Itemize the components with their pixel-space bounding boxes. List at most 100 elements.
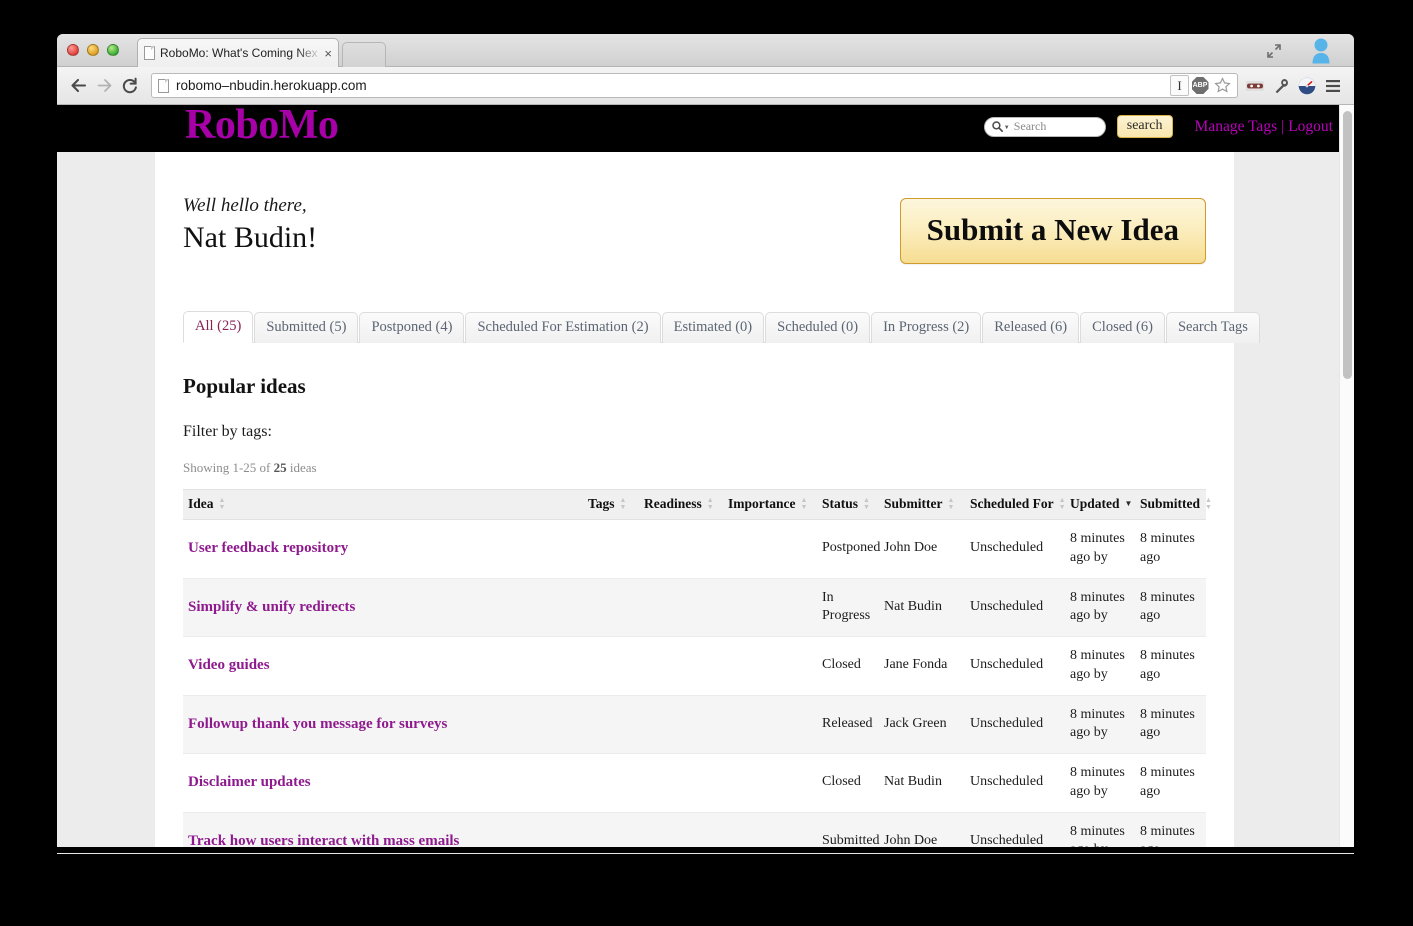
close-window-button[interactable]	[67, 44, 79, 56]
abp-icon[interactable]: ABP	[1189, 75, 1211, 96]
idea-title-link[interactable]: Simplify & unify redirects	[188, 599, 355, 615]
column-header-scheduled-for[interactable]: Scheduled For ▲ ▼	[965, 489, 1066, 520]
cell-submitted: 8 minutes ago	[1135, 695, 1206, 754]
cell-idea: Video guides	[183, 636, 583, 696]
tab-submitted-5[interactable]: Submitted (5)	[254, 312, 359, 343]
cell-importance	[723, 519, 817, 579]
sort-toggle-icon[interactable]: ▲ ▼	[1205, 497, 1212, 511]
search-input[interactable]: ▼ Search	[983, 116, 1106, 137]
search-icon	[992, 121, 1003, 132]
table-row[interactable]: Disclaimer updates Closed Nat Budin Unsched…	[183, 753, 1206, 813]
tab-scheduled-for-estimation-2[interactable]: Scheduled For Estimation (2)	[465, 312, 661, 343]
table-row[interactable]: User feedback repository Postponed John Do…	[183, 519, 1206, 579]
tab-postponed-4[interactable]: Postponed (4)	[359, 312, 465, 343]
tab-released-6[interactable]: Released (6)	[982, 312, 1080, 343]
column-header-label: Idea	[188, 496, 214, 511]
page-title: Popular ideas	[183, 374, 306, 398]
cell-readiness	[639, 753, 723, 813]
cell-importance	[723, 695, 817, 754]
column-header-updated[interactable]: Updated ▼	[1065, 489, 1135, 520]
column-header-label: Status	[822, 496, 859, 511]
sort-toggle-icon[interactable]: ▲ ▼	[620, 497, 627, 511]
column-header-readiness[interactable]: Readiness ▲ ▼	[639, 489, 723, 520]
cell-tags	[583, 695, 639, 754]
header-link-separator: |	[1281, 117, 1285, 135]
column-header-submitted[interactable]: Submitted ▲ ▼	[1135, 489, 1212, 520]
idea-title-link[interactable]: Followup thank you message for surveys	[188, 716, 447, 732]
idea-title-link[interactable]: Video guides	[188, 657, 270, 673]
tab-estimated-0[interactable]: Estimated (0)	[661, 312, 765, 343]
column-header-label: Updated	[1070, 496, 1120, 511]
search-button[interactable]: search	[1116, 115, 1173, 138]
browser-tab-active[interactable]: RoboMo: What's Coming Nex ×	[137, 38, 339, 67]
page-scrollbar[interactable]	[1339, 105, 1354, 853]
browser-tab-title: RoboMo: What's Coming Nex	[160, 46, 318, 60]
sort-toggle-icon[interactable]: ▲ ▼	[219, 497, 226, 511]
star-icon[interactable]	[1211, 75, 1233, 96]
cell-importance	[723, 753, 817, 813]
speedometer-icon[interactable]	[1294, 73, 1320, 99]
site-logo[interactable]: RoboMo	[185, 105, 339, 149]
tab-scheduled-0[interactable]: Scheduled (0)	[765, 312, 871, 343]
reload-icon[interactable]	[117, 73, 143, 99]
cell-updated: 8 minutes ago by	[1065, 578, 1135, 637]
sort-descending-icon[interactable]: ▼	[1125, 500, 1133, 508]
chevron-down-icon[interactable]: ▼	[1004, 125, 1010, 131]
table-row[interactable]: Simplify & unify redirects In Progress Nat…	[183, 578, 1206, 637]
sort-toggle-icon[interactable]: ▲ ▼	[948, 497, 955, 511]
cell-updated: 8 minutes ago by	[1065, 695, 1135, 754]
showing-prefix: Showing 1-25 of	[183, 460, 274, 475]
new-tab-button[interactable]	[342, 42, 386, 67]
back-icon[interactable]	[65, 73, 91, 99]
cell-tags	[583, 636, 639, 696]
column-header-status[interactable]: Status ▲ ▼	[817, 489, 879, 520]
cell-submitter: Nat Budin	[879, 753, 965, 813]
table-row[interactable]: Video guides Closed Jane Fonda Unscheduled 8…	[183, 636, 1206, 696]
column-header-submitter[interactable]: Submitter ▲ ▼	[879, 489, 965, 520]
tab-search-tags[interactable]: Search Tags	[1165, 312, 1260, 343]
close-icon[interactable]: ×	[324, 47, 332, 60]
url-text: robomo–nbudin.herokuapp.com	[176, 78, 367, 93]
column-header-importance[interactable]: Importance ▲ ▼	[723, 489, 817, 520]
incognito-mask-icon[interactable]	[1242, 73, 1268, 99]
logout-link[interactable]: Logout	[1288, 118, 1333, 136]
address-bar[interactable]: robomo–nbudin.herokuapp.com I ABP	[151, 73, 1238, 98]
column-header-tags[interactable]: Tags ▲ ▼	[583, 489, 639, 520]
submit-new-idea-button[interactable]: Submit a New Idea	[899, 198, 1206, 264]
column-header-idea[interactable]: Idea ▲ ▼	[183, 489, 583, 520]
menu-icon[interactable]	[1320, 73, 1346, 99]
cell-status: Postponed	[817, 519, 880, 579]
page-scrollbar-thumb[interactable]	[1343, 111, 1352, 379]
tab-closed-6[interactable]: Closed (6)	[1080, 312, 1165, 343]
text-cursor-icon[interactable]: I	[1170, 75, 1189, 96]
cell-idea: User feedback repository	[183, 519, 583, 579]
cell-tags	[583, 519, 639, 579]
idea-title-link[interactable]: User feedback repository	[188, 540, 348, 556]
sort-toggle-icon[interactable]: ▲ ▼	[1059, 497, 1066, 511]
cell-readiness	[639, 636, 723, 696]
minimize-window-button[interactable]	[87, 44, 99, 56]
avatar[interactable]	[1308, 36, 1334, 70]
cell-tags	[583, 578, 639, 637]
cell-idea: Followup thank you message for surveys	[183, 695, 583, 754]
sort-toggle-icon[interactable]: ▲ ▼	[707, 497, 714, 511]
tab-in-progress-2[interactable]: In Progress (2)	[871, 312, 982, 343]
manage-tags-link[interactable]: Manage Tags	[1195, 118, 1278, 136]
forward-icon[interactable]	[91, 73, 117, 99]
sort-toggle-icon[interactable]: ▲ ▼	[863, 497, 870, 511]
cell-status: Closed	[817, 753, 879, 813]
tab-all-25[interactable]: All (25)	[183, 311, 254, 343]
sort-toggle-icon[interactable]: ▲ ▼	[801, 497, 808, 511]
results-count: Showing 1-25 of 25 ideas	[183, 460, 1206, 476]
cell-importance	[723, 578, 817, 637]
cell-readiness	[639, 519, 723, 579]
table-row[interactable]: Followup thank you message for surveys Re…	[183, 695, 1206, 754]
cell-tags	[583, 753, 639, 813]
idea-title-link[interactable]: Disclaimer updates	[188, 774, 311, 790]
fullscreen-icon[interactable]	[1266, 43, 1282, 59]
maximize-window-button[interactable]	[107, 44, 119, 56]
ideas-table: Idea ▲ ▼ Tags ▲ ▼ Readiness ▲ ▼ Importance ▲ ▼ Statu…	[183, 489, 1212, 853]
cell-idea: Disclaimer updates	[183, 753, 583, 813]
showing-suffix: ideas	[286, 460, 317, 475]
wrench-icon[interactable]	[1268, 73, 1294, 99]
